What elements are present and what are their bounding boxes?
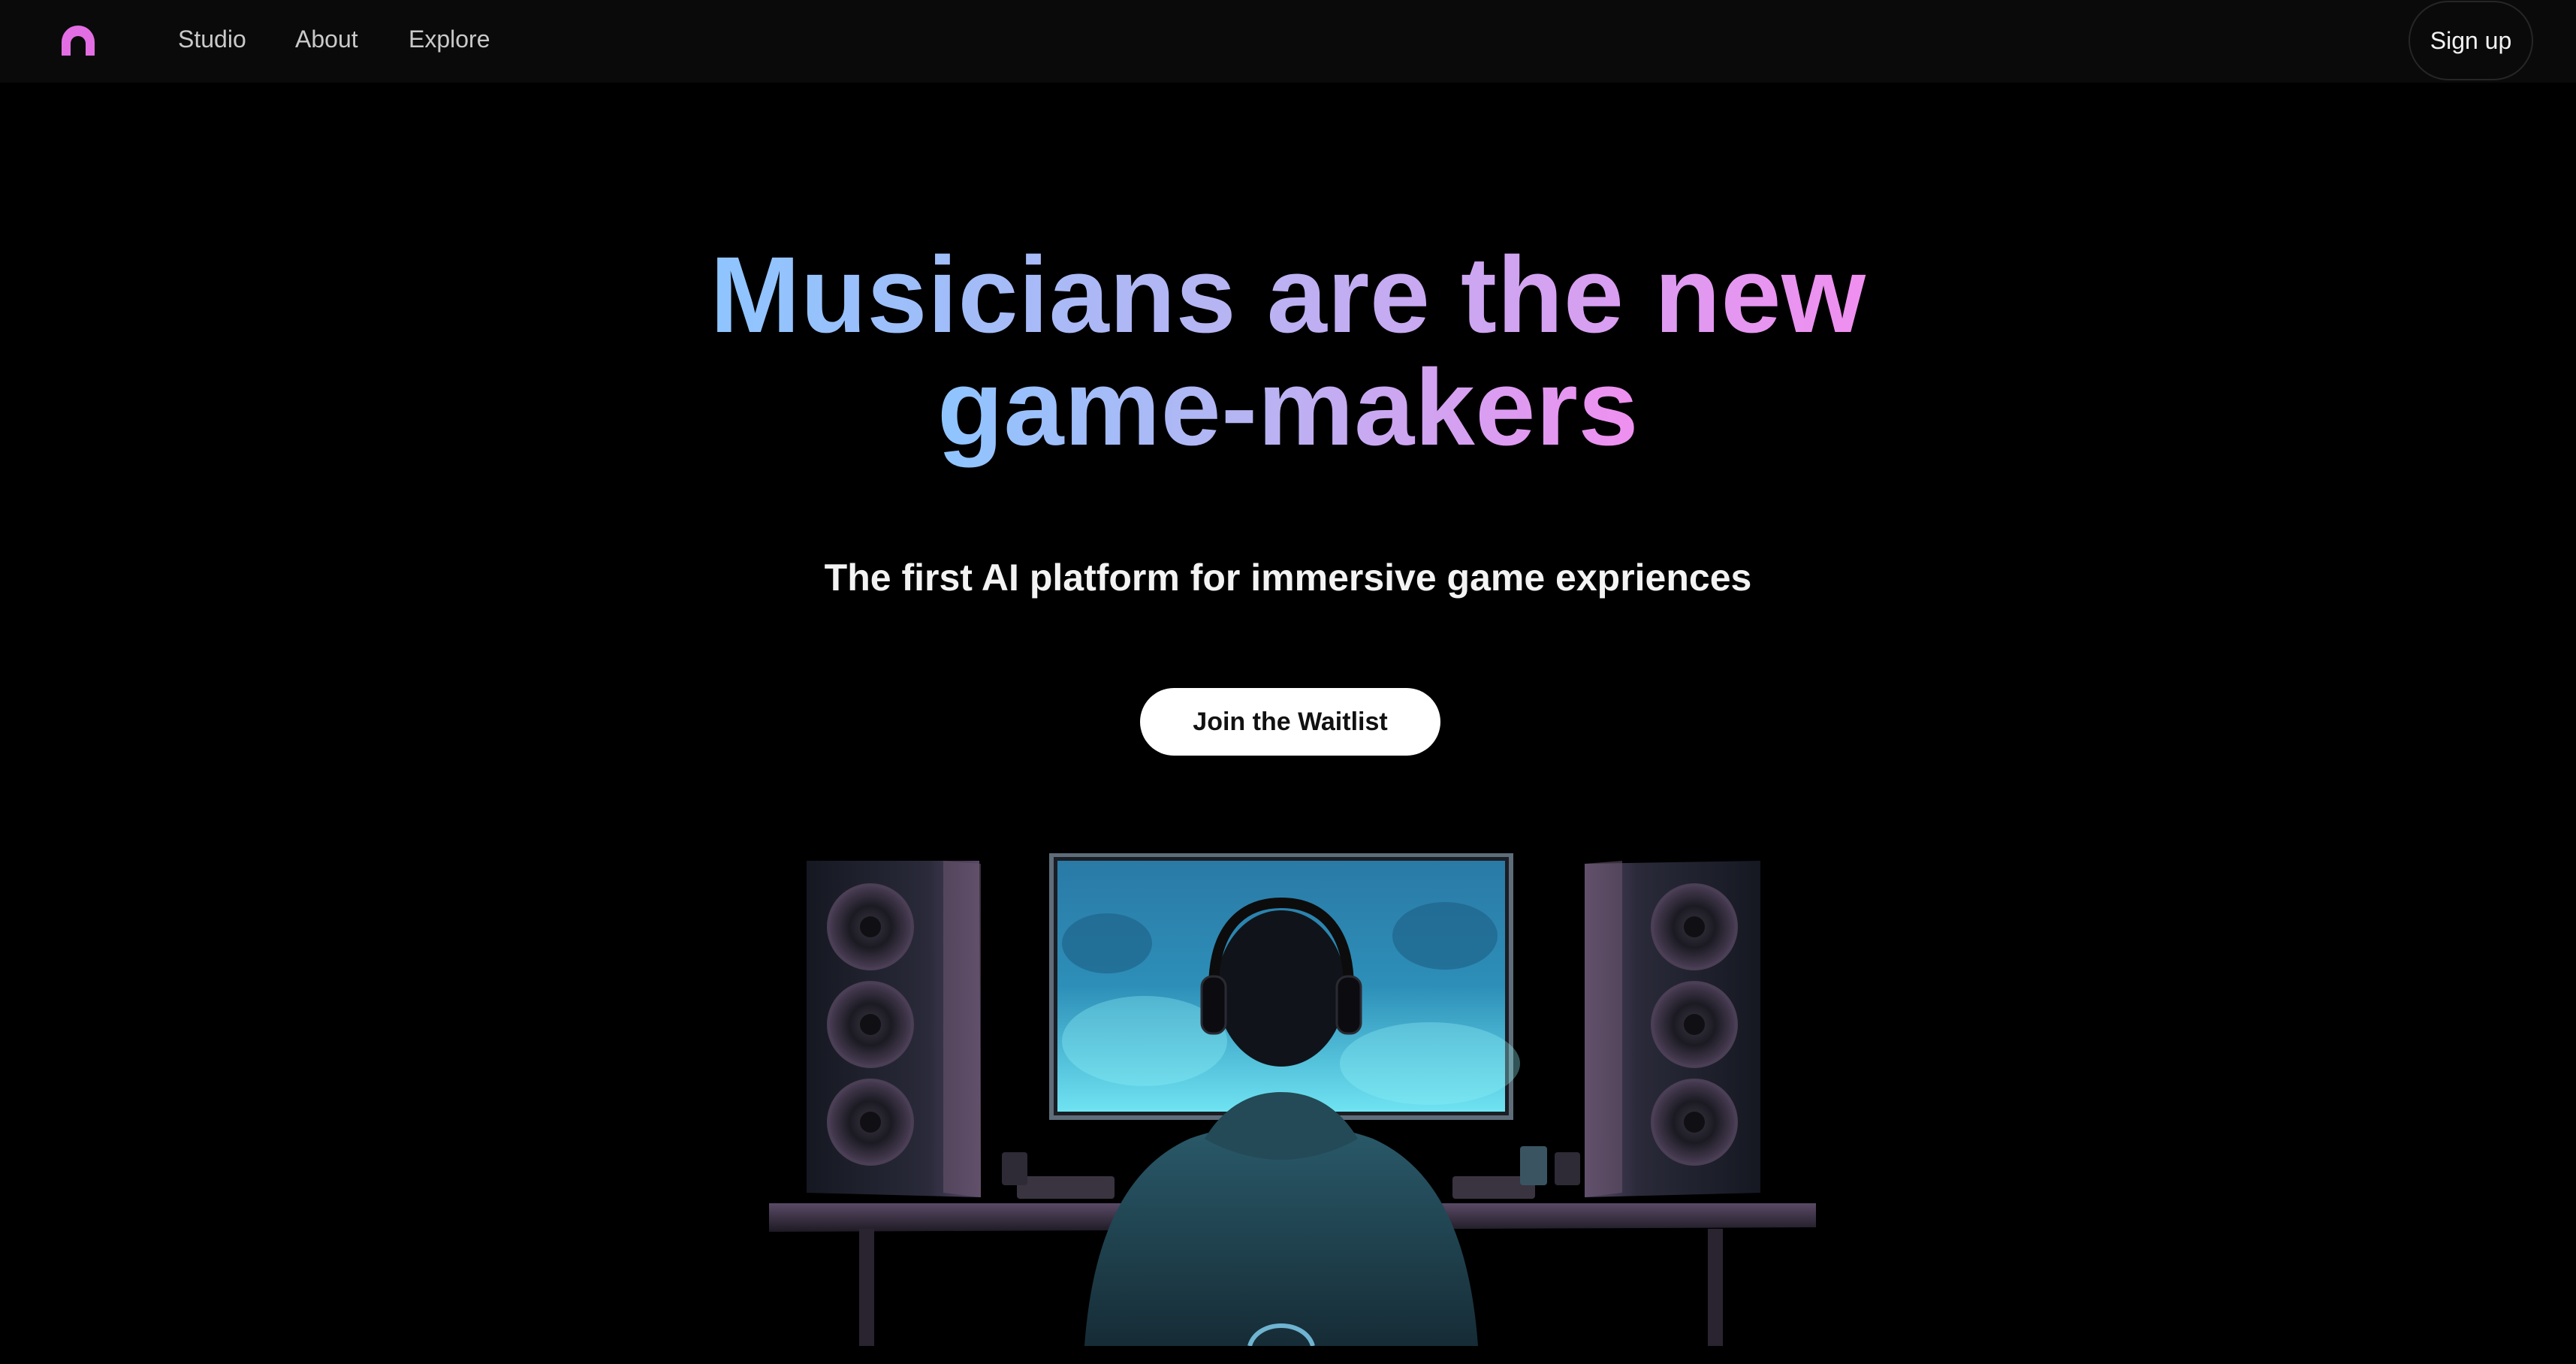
nav-link-studio[interactable]: Studio (178, 23, 246, 56)
nav-link-about[interactable]: About (295, 23, 358, 56)
hero-subtitle: The first AI platform for immersive game… (824, 557, 1752, 599)
nav-link-explore[interactable]: Explore (409, 23, 490, 56)
left-speaker (807, 861, 981, 1197)
headline-line-1: Musicians are the new (710, 234, 1866, 355)
headline-line-2: game-makers (937, 347, 1639, 468)
top-nav-bar: Studio About Explore Sign up (0, 0, 2576, 83)
right-speaker (1585, 861, 1760, 1197)
hero-headline: Musicians are the new game-makers (687, 239, 1889, 464)
sign-up-button[interactable]: Sign up (2409, 1, 2533, 80)
hero-illustration (769, 853, 1816, 1346)
brand-logo-icon[interactable] (56, 20, 101, 59)
join-waitlist-button[interactable]: Join the Waitlist (1140, 688, 1440, 756)
